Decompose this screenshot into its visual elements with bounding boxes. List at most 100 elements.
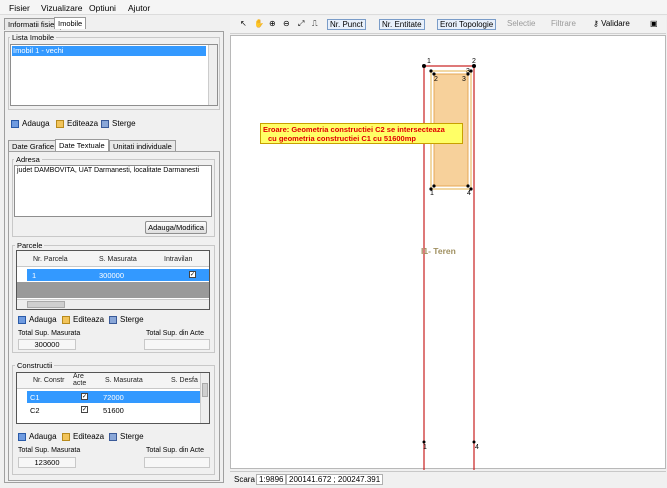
pan-hand-icon[interactable]: ✋ xyxy=(254,19,264,28)
filtrare-button[interactable]: Filtrare xyxy=(551,19,576,28)
tab-informatii-fisier[interactable]: Informatii fisier xyxy=(4,18,61,30)
scara-value: 1:9896 xyxy=(256,474,287,485)
menu-optiuni[interactable]: Optiuni xyxy=(89,3,116,13)
key-icon: ⚷ xyxy=(593,19,602,28)
total-masurata-label: Total Sup. Masurata xyxy=(18,447,81,454)
column-header[interactable]: S. Masurata xyxy=(99,256,137,263)
cell-nr: C1 xyxy=(30,393,40,402)
nr-punct-button[interactable]: Nr. Punct xyxy=(327,19,366,30)
are-acte-checkbox[interactable]: ✓ xyxy=(81,406,88,413)
total-masurata-label: Total Sup. Masurata xyxy=(18,330,81,337)
status-bar: Scara 1:9896 200141.672 ; 200247.391 xyxy=(230,471,666,487)
point-label: 4 xyxy=(475,444,479,451)
zoom-out-icon[interactable]: ⊖ xyxy=(283,19,290,28)
adresa-title: Adresa xyxy=(14,155,42,164)
parcele-title: Parcele xyxy=(15,241,45,250)
list-item[interactable]: Imobil 1 - vechi xyxy=(12,46,206,56)
point-label: 1 xyxy=(423,444,427,451)
validare-button[interactable]: ⚷ Validare xyxy=(593,19,630,28)
point-label: 2 xyxy=(434,76,438,83)
total-masurata-value: 123600 xyxy=(18,457,76,468)
map-window-icon[interactable]: ▣ xyxy=(650,19,658,28)
adresa-text: judet DAMBOVITA, UAT Darmanesti, localit… xyxy=(17,167,200,174)
adauga-modifica-button[interactable]: Adauga/Modifica xyxy=(145,221,207,234)
edit-icon xyxy=(62,315,70,324)
parcela-delete-button[interactable]: Sterge xyxy=(109,315,144,324)
imobile-listbox[interactable]: Imobil 1 - vechi xyxy=(10,44,218,106)
zoom-in-icon[interactable]: ⊕ xyxy=(269,19,276,28)
delete-icon xyxy=(101,119,109,128)
point-label: 4 xyxy=(467,190,471,197)
parcele-grid[interactable]: Nr. Parcela S. Masurata Intravilan 1 300… xyxy=(16,250,210,310)
column-header[interactable]: Intravilan xyxy=(164,256,192,263)
delete-icon xyxy=(109,432,117,441)
listbox-scrollbar[interactable] xyxy=(208,45,217,105)
constructii-vscrollbar[interactable] xyxy=(200,373,209,423)
zoom-extent-icon[interactable]: ⤢ xyxy=(298,19,304,29)
total-acte-value xyxy=(144,457,210,468)
add-icon xyxy=(18,432,26,441)
cell-suprafata: 72000 xyxy=(103,393,124,402)
add-icon xyxy=(11,119,19,128)
intravilan-checkbox[interactable]: ✓ xyxy=(189,271,196,278)
point-label: 3 xyxy=(462,76,466,83)
teren-label: I1- Teren xyxy=(421,246,456,256)
selectie-button[interactable]: Selectie xyxy=(507,19,535,28)
parcele-hscrollbar[interactable] xyxy=(17,299,209,309)
tab-date-textuale[interactable]: Date Textuale xyxy=(55,139,109,151)
table-row[interactable]: C1 ✓ 72000 xyxy=(27,391,200,403)
map-canvas[interactable]: 1 2 2 3 3 1 4 1 4 I1- Teren Eroare: Geom… xyxy=(230,35,666,475)
scara-label: Scara xyxy=(234,475,255,484)
column-header[interactable]: Nr. Parcela xyxy=(33,256,68,263)
column-header[interactable]: S. Masurata xyxy=(105,377,143,384)
add-icon xyxy=(18,315,26,324)
error-tooltip: Eroare: Geometria constructiei C2 se int… xyxy=(260,123,463,144)
tab-imobile[interactable]: Imobile xyxy=(54,17,87,29)
scroll-thumb[interactable] xyxy=(27,301,65,308)
grid-empty-area xyxy=(17,282,209,298)
imobil-edit-button[interactable]: Editeaza xyxy=(56,119,98,128)
constructie-add-button[interactable]: Adauga xyxy=(18,432,57,441)
cell-suprafata: 300000 xyxy=(99,271,125,280)
parcela-edit-button[interactable]: Editeaza xyxy=(62,315,104,324)
point-label: 1 xyxy=(427,58,431,65)
nr-entitate-button[interactable]: Nr. Entitate xyxy=(379,19,425,30)
imobil-add-button[interactable]: Adauga xyxy=(11,119,50,128)
point-label: 1 xyxy=(430,190,434,197)
cell-nr: 1 xyxy=(32,271,37,280)
cell-nr: C2 xyxy=(30,406,40,415)
menu-bar: Fisier Vizualizare Optiuni Ajutor xyxy=(0,0,667,15)
table-row[interactable]: 1 300000 ✓ xyxy=(27,269,209,281)
are-acte-checkbox[interactable]: ✓ xyxy=(81,393,88,400)
constructii-grid[interactable]: Nr. Constr Are acte S. Masurata S. Desfa… xyxy=(16,372,210,424)
menu-vizualizare[interactable]: Vizualizare xyxy=(41,3,82,13)
constructie-delete-button[interactable]: Sterge xyxy=(109,432,144,441)
scroll-thumb[interactable] xyxy=(202,383,208,397)
table-row[interactable]: C2 ✓ 51600 xyxy=(27,404,200,416)
point-label: 3 xyxy=(466,68,470,75)
imobil-delete-button[interactable]: Sterge xyxy=(101,119,136,128)
menu-ajutor[interactable]: Ajutor xyxy=(128,3,150,13)
total-acte-label: Total Sup. din Acte xyxy=(146,447,204,454)
total-acte-value xyxy=(144,339,210,350)
edit-icon xyxy=(56,119,64,128)
column-header[interactable]: Are acte xyxy=(73,373,91,387)
pointer-icon[interactable]: ↖ xyxy=(240,19,247,28)
column-header[interactable]: S. Desfa xyxy=(171,377,198,384)
left-tabstrip: Informatii fisier Imobile xyxy=(4,17,224,32)
lista-imobile-title: Lista Imobile xyxy=(10,33,57,42)
point-label: 2 xyxy=(472,58,476,65)
total-masurata-value: 300000 xyxy=(18,339,76,350)
delete-icon xyxy=(109,315,117,324)
total-acte-label: Total Sup. din Acte xyxy=(146,330,204,337)
constructii-title: Constructii xyxy=(15,361,55,370)
coordinates-readout: 200141.672 ; 200247.391 xyxy=(286,474,384,485)
erori-topologie-button[interactable]: Erori Topologie xyxy=(437,19,497,30)
adresa-textarea[interactable]: judet DAMBOVITA, UAT Darmanesti, localit… xyxy=(14,165,212,217)
parcela-add-button[interactable]: Adauga xyxy=(18,315,57,324)
cell-suprafata: 51600 xyxy=(103,406,124,415)
measure-icon[interactable]: ⎍ xyxy=(312,19,318,29)
constructie-edit-button[interactable]: Editeaza xyxy=(62,432,104,441)
column-header[interactable]: Nr. Constr xyxy=(33,377,65,384)
menu-fisier[interactable]: Fisier xyxy=(9,3,30,13)
